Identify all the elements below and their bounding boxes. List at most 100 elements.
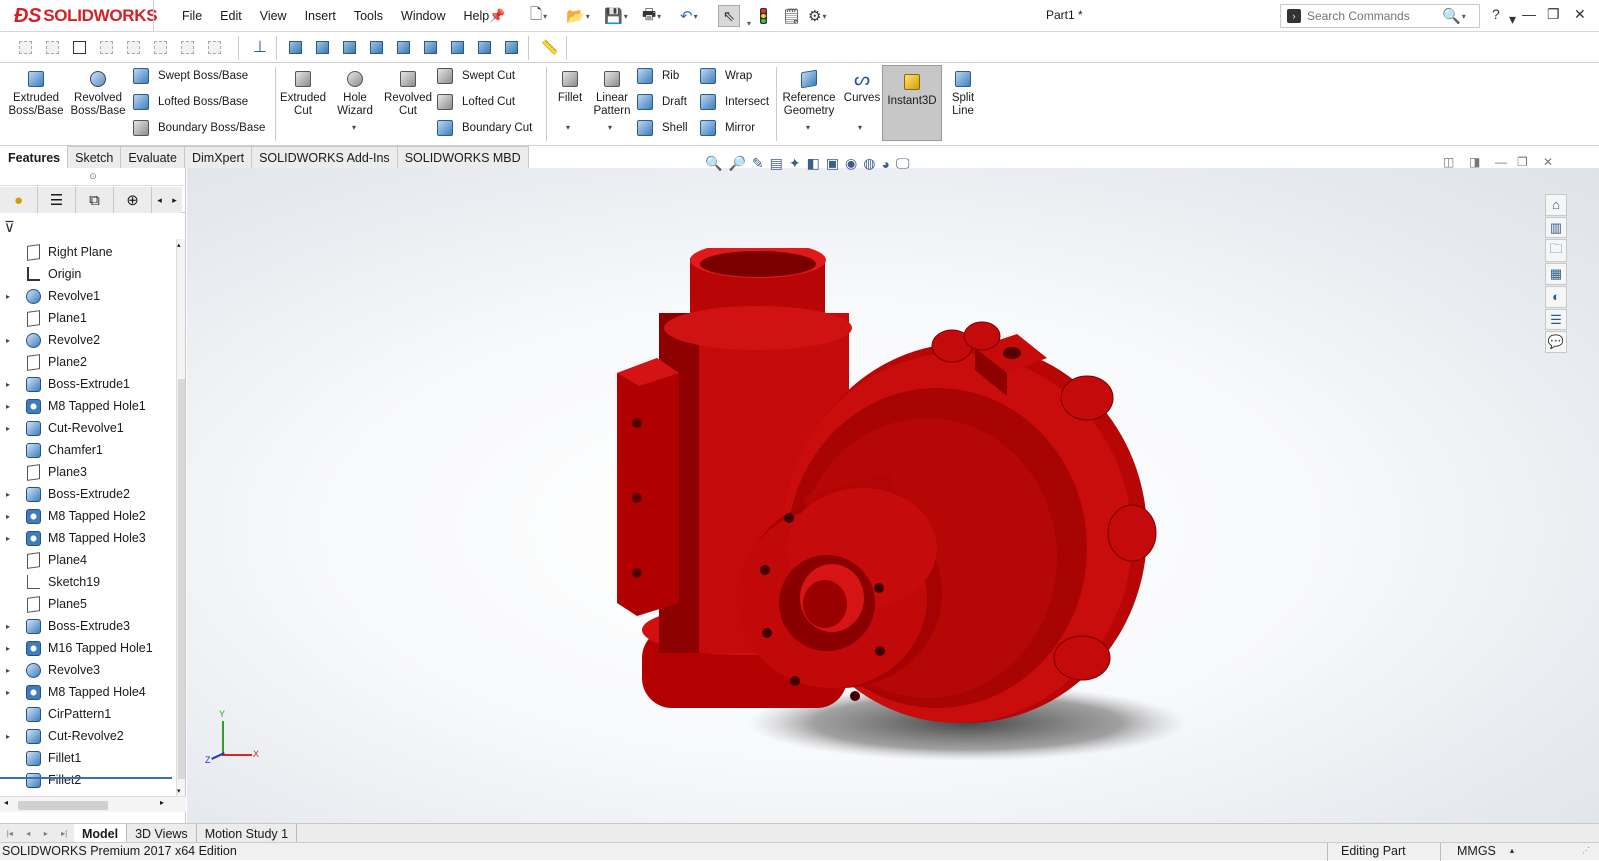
fillet-dropdown-icon[interactable]: ▾ xyxy=(566,123,570,132)
tab-3d-views[interactable]: 3D Views xyxy=(127,824,197,843)
design-library-icon[interactable]: ▥ xyxy=(1545,216,1567,239)
linear-pattern-button[interactable]: Linear Pattern xyxy=(591,68,633,118)
tree-item[interactable]: Plane1 xyxy=(0,307,176,329)
curves-dropdown-icon[interactable]: ▾ xyxy=(858,123,862,132)
boundary-cut-button[interactable]: Boundary Cut xyxy=(436,117,532,139)
scroll-right-icon[interactable]: ▸ xyxy=(160,798,164,807)
viewport-close-icon[interactable]: ✕ xyxy=(1543,155,1553,169)
tab-evaluate[interactable]: Evaluate xyxy=(120,146,185,168)
search-input[interactable] xyxy=(1307,9,1442,23)
linear-pattern-dropdown-icon[interactable]: ▾ xyxy=(608,123,612,132)
tab-configuration-manager[interactable]: ⧉ xyxy=(76,187,114,213)
faded-tool-2[interactable] xyxy=(42,37,62,57)
expand-arrow-icon[interactable]: ▸ xyxy=(6,644,16,653)
menu-window[interactable]: Window xyxy=(392,9,454,23)
expand-arrow-icon[interactable]: ▸ xyxy=(6,490,16,499)
swept-cut-button[interactable]: Swept Cut xyxy=(436,65,515,87)
select-dropdown-icon[interactable]: ▾ xyxy=(747,12,751,34)
tree-item[interactable]: Right Plane xyxy=(0,241,176,263)
menu-edit[interactable]: Edit xyxy=(211,9,251,23)
tab-dimxpert-manager[interactable]: ⊕ xyxy=(114,187,152,213)
tree-vertical-scrollbar[interactable]: ▴ ▾ xyxy=(176,239,185,797)
tree-item[interactable]: ▸ M16 Tapped Hole1 xyxy=(0,637,176,659)
lofted-cut-button[interactable]: Lofted Cut xyxy=(436,91,515,113)
view-tool-3[interactable] xyxy=(339,37,359,57)
restore-icon[interactable]: ❐ xyxy=(1547,6,1560,23)
minimize-icon[interactable]: — xyxy=(1522,6,1536,22)
tree-item[interactable]: ▸ M8 Tapped Hole2 xyxy=(0,505,176,527)
faded-tool-3[interactable] xyxy=(96,37,116,57)
tree-item[interactable]: ▸ Revolve2 xyxy=(0,329,176,351)
expand-arrow-icon[interactable]: ▸ xyxy=(6,402,16,411)
select-button[interactable]: ⇖ xyxy=(718,5,740,27)
tab-dimxpert[interactable]: DimXpert xyxy=(183,146,253,168)
undo-button[interactable]: ↶ ▾ xyxy=(680,5,698,27)
view-tool-1[interactable] xyxy=(285,37,305,57)
extruded-boss-button[interactable]: Extruded Boss/Base xyxy=(9,68,64,118)
tree-item[interactable]: Fillet2 xyxy=(0,769,176,791)
tree-item[interactable]: Plane5 xyxy=(0,593,176,615)
tree-item[interactable]: ▸ M8 Tapped Hole1 xyxy=(0,395,176,417)
tab-mbd[interactable]: SOLIDWORKS MBD xyxy=(396,146,529,168)
menu-tools[interactable]: Tools xyxy=(345,9,392,23)
reference-geometry-dropdown-icon[interactable]: ▾ xyxy=(806,123,810,132)
file-properties-button[interactable]: 🗒 xyxy=(782,5,801,27)
note-tool[interactable] xyxy=(69,37,89,57)
search-commands-box[interactable]: › 🔍 ▾ xyxy=(1280,4,1480,28)
tree-item[interactable]: ▸ Boss-Extrude1 xyxy=(0,373,176,395)
wrap-button[interactable]: Wrap xyxy=(699,65,752,87)
tree-item[interactable]: Sketch19 xyxy=(0,571,176,593)
view-tool-9[interactable] xyxy=(501,37,521,57)
measure-tool[interactable]: 📏 xyxy=(540,37,560,57)
view-triad[interactable]: Y X Z xyxy=(205,709,262,768)
draft-button[interactable]: Draft xyxy=(636,91,687,113)
dynamic-annotation-icon[interactable]: ✦ xyxy=(789,155,801,172)
faded-tool-1[interactable] xyxy=(15,37,35,57)
tree-item[interactable]: Plane4 xyxy=(0,549,176,571)
tree-item[interactable]: Fillet1 xyxy=(0,747,176,769)
help-dropdown-icon[interactable]: ▾ xyxy=(1509,11,1516,28)
reference-geometry-button[interactable]: Reference Geometry xyxy=(781,68,837,118)
hole-wizard-button[interactable]: Hole Wizard xyxy=(332,68,378,118)
search-dropdown-icon[interactable]: ▾ xyxy=(1462,12,1466,21)
view-orientation-icon[interactable]: ◧ xyxy=(807,155,820,172)
tree-item[interactable]: ▸ Boss-Extrude3 xyxy=(0,615,176,637)
viewport-split-left-icon[interactable]: ◫ xyxy=(1443,155,1454,169)
view-tool-7[interactable] xyxy=(447,37,467,57)
hscroll-thumb[interactable] xyxy=(18,801,108,810)
forum-icon[interactable]: 💬 xyxy=(1545,331,1567,354)
tree-item[interactable]: Plane3 xyxy=(0,461,176,483)
faded-tool-7[interactable] xyxy=(204,37,224,57)
tree-item[interactable]: CirPattern1 xyxy=(0,703,176,725)
tab-addins[interactable]: SOLIDWORKS Add-Ins xyxy=(251,146,398,168)
tree-item[interactable]: ▸ Revolve3 xyxy=(0,659,176,681)
search-icon[interactable]: 🔍 xyxy=(1442,7,1461,25)
menu-file[interactable]: File xyxy=(173,9,211,23)
split-line-button[interactable]: Split Line xyxy=(946,68,980,118)
faded-tool-4[interactable] xyxy=(123,37,143,57)
rib-button[interactable]: Rib xyxy=(636,65,679,87)
tab-model[interactable]: Model xyxy=(74,824,128,843)
expand-arrow-icon[interactable]: ▸ xyxy=(6,534,16,543)
lofted-boss-button[interactable]: Lofted Boss/Base xyxy=(132,91,248,113)
graphics-viewport[interactable]: 🔍 🔎 ✎ ▤ ✦ ◧ ▣ ◉ ◍ ◕ 🖵 ◫ ◨ — ❐ ✕ ⌂ ▥ 🗀 ▦ … xyxy=(187,155,1599,823)
last-tab-icon[interactable]: ▸| xyxy=(61,829,67,838)
solidworks-logo[interactable]: ƉS SOLIDWORKS xyxy=(14,3,158,29)
custom-properties-icon[interactable]: ☰ xyxy=(1545,308,1567,331)
appearances-icon[interactable]: ◐ xyxy=(1545,286,1567,308)
expand-arrow-icon[interactable]: ▸ xyxy=(6,336,16,345)
previous-view-icon[interactable]: ✎ xyxy=(752,155,764,172)
scroll-right-icon[interactable]: ▸ xyxy=(172,195,177,206)
expand-arrow-icon[interactable]: ▸ xyxy=(6,512,16,521)
display-style-icon[interactable]: ▣ xyxy=(826,155,839,172)
tree-item[interactable]: Plane2 xyxy=(0,351,176,373)
tree-item[interactable]: ▸ Cut-Revolve2 xyxy=(0,725,176,747)
viewport-split-right-icon[interactable]: ◨ xyxy=(1469,155,1480,169)
menu-insert[interactable]: Insert xyxy=(296,9,345,23)
unit-system-dropdown-icon[interactable]: ▴ xyxy=(1510,846,1514,855)
view-tool-8[interactable] xyxy=(474,37,494,57)
expand-arrow-icon[interactable]: ▸ xyxy=(6,380,16,389)
scroll-thumb[interactable] xyxy=(178,379,185,779)
fillet-button[interactable]: Fillet xyxy=(552,68,588,105)
tab-motion-study[interactable]: Motion Study 1 xyxy=(197,824,298,843)
